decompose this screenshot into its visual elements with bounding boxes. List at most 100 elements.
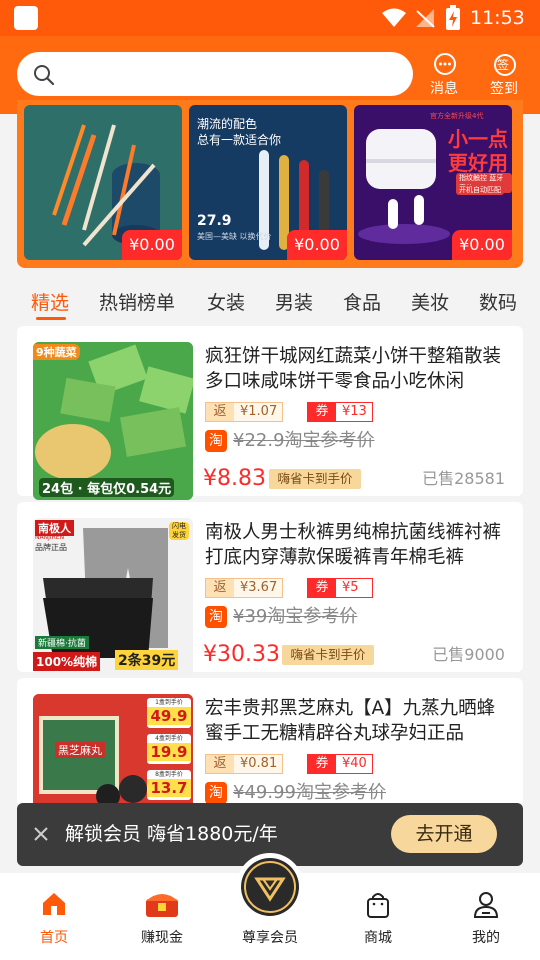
rebate-badge: 返 ¥0.81 (205, 754, 283, 774)
category-tabs: 精选 热销榜单 女装 男装 食品 美妆 数码 (0, 280, 540, 326)
coupon-badge[interactable]: 券 ¥40 (307, 754, 373, 774)
search-bar[interactable] (17, 52, 413, 96)
rebate-label: 返 (206, 755, 234, 773)
taobao-icon: 淘 (205, 430, 227, 452)
coupon-badge[interactable]: 券 ¥5 (307, 578, 373, 598)
banner-item-toothbrush[interactable]: 潮流的配色 总有一款适合你 27.9 美国—美缺 以换代价 ¥0.00 (189, 105, 347, 260)
tab-hot-sales[interactable]: 热销榜单 (99, 290, 175, 316)
rebate-badge: 返 ¥3.67 (205, 578, 283, 598)
vip-promo-text: 解锁会员 嗨省1880元/年 (65, 823, 278, 845)
checkin-button[interactable]: 签 签到 (474, 50, 534, 100)
nav-vip[interactable]: 尊享会员 (230, 853, 310, 953)
status-bar: 11:53 (0, 0, 540, 36)
banner-price: ¥0.00 (452, 230, 512, 260)
banner-price: ¥0.00 (287, 230, 347, 260)
tab-featured[interactable]: 精选 (31, 290, 69, 316)
sold-count: 已售28581 (422, 469, 505, 488)
reference-price: ¥39淘宝参考价 (233, 606, 358, 627)
card-price-badge: 嗨省卡到手价 (269, 469, 361, 489)
image-caption: 24包 · 每包仅0.54元 (39, 478, 175, 497)
status-time: 11:53 (470, 7, 525, 29)
messages-button[interactable]: 消息 (414, 50, 474, 100)
home-icon (43, 893, 65, 915)
tab-food[interactable]: 食品 (343, 290, 381, 316)
image-price-tag-2: 4盒到手价 19.9 (147, 734, 191, 764)
image-price-2: 19.9 (147, 743, 191, 761)
taobao-icon: 淘 (205, 606, 227, 628)
rebate-badge: 返 ¥1.07 (205, 402, 283, 422)
user-icon (473, 892, 499, 918)
rebate-label: 返 (206, 403, 234, 421)
product-image[interactable]: 南极人 NANJIREN 品牌正品 闪电发货 新疆棉·抗菌 100%纯棉 2条3… (33, 518, 193, 676)
rebate-value: ¥0.81 (240, 756, 278, 771)
product-image[interactable]: 黑芝麻丸 1盒到手价 49.9 4盒到手价 19.9 8盒到手价 13.7 (33, 694, 193, 803)
image-price-tag-3: 8盒到手价 13.7 (147, 770, 191, 800)
banner-item-brushes[interactable]: ¥0.00 (24, 105, 182, 260)
image-price-tag-1: 1盒到手价 49.9 (147, 698, 191, 728)
close-icon[interactable] (33, 826, 49, 842)
vip-diamond-icon (241, 858, 299, 916)
checkin-label: 签到 (490, 81, 518, 97)
product-card[interactable]: 黑芝麻丸 1盒到手价 49.9 4盒到手价 19.9 8盒到手价 13.7 宏丰… (17, 678, 523, 804)
nav-earn-cash[interactable]: 赚现金 (122, 873, 202, 953)
tab-mens[interactable]: 男装 (275, 290, 313, 316)
image-price-1: 49.9 (147, 707, 191, 725)
coupon-value: ¥13 (342, 404, 367, 419)
rebate-value: ¥3.67 (240, 580, 278, 595)
no-signal-icon (416, 9, 435, 28)
nav-home-label: 首页 (40, 930, 68, 946)
coupon-label: 券 (308, 403, 336, 421)
brand-text-2: NANJIREN (35, 534, 65, 541)
tab-womens[interactable]: 女装 (207, 290, 245, 316)
tab-beauty[interactable]: 美妆 (411, 290, 449, 316)
flash-delivery-label: 闪电发货 (169, 522, 189, 540)
banner-tag-2: 开机自动匹配 (456, 185, 504, 195)
image-box-label: 黑芝麻丸 (55, 742, 105, 758)
earbuds-image (358, 129, 450, 244)
image-caption-right: 2条39元 (115, 650, 179, 670)
product-title[interactable]: 南极人男士秋裤男纯棉抗菌线裤衬裤打底内穿薄款保暖裤青年棉毛裤 (205, 520, 511, 570)
product-title[interactable]: 疯狂饼干城网红蔬菜小饼干整箱散装多口味咸味饼干零食品小吃休闲 (205, 344, 511, 394)
coupon-badge[interactable]: 券 ¥13 (307, 402, 373, 422)
cracker-image (33, 342, 193, 500)
nav-profile-label: 我的 (472, 930, 500, 946)
tab-digital[interactable]: 数码 (479, 290, 517, 316)
vip-open-button[interactable]: 去开通 (391, 815, 497, 853)
nav-home[interactable]: 首页 (14, 873, 94, 953)
nav-mall-label: 商城 (364, 930, 392, 946)
checkin-icon-text: 签 (497, 58, 510, 72)
coupon-label: 券 (308, 755, 336, 773)
rebate-label: 返 (206, 579, 234, 597)
coupon-label: 券 (308, 579, 336, 597)
coupon-value: ¥40 (342, 756, 367, 771)
messages-label: 消息 (430, 81, 458, 97)
image-caption-left: 100%纯棉 (33, 652, 101, 671)
rebate-value: ¥1.07 (240, 404, 278, 419)
image-price-label-3: 8盒到手价 (155, 771, 183, 778)
nav-vip-label: 尊享会员 (242, 930, 298, 946)
product-card[interactable]: 9种蔬菜 24包 · 每包仅0.54元 疯狂饼干城网红蔬菜小饼干整箱散装多口味咸… (17, 326, 523, 500)
product-card[interactable]: 南极人 NANJIREN 品牌正品 闪电发货 新疆棉·抗菌 100%纯棉 2条3… (17, 502, 523, 676)
treasure-chest-icon (146, 894, 178, 917)
current-price: ¥8.83 (203, 466, 266, 491)
image-tag: 9种蔬菜 (33, 344, 80, 360)
banner-item-earbuds[interactable]: 官方全新升级4代 小一点 更好用 指纹触控 蓝牙音效 开机自动匹配 ¥0.00 (354, 105, 512, 260)
nav-mall[interactable]: 商城 (338, 873, 418, 953)
shopping-bag-icon (367, 893, 389, 918)
card-price-badge: 嗨省卡到手价 (282, 645, 374, 665)
nav-earn-cash-label: 赚现金 (141, 930, 183, 946)
banner-caption-1: 潮流的配色 (197, 117, 258, 131)
product-image[interactable]: 9种蔬菜 24包 · 每包仅0.54元 (33, 342, 193, 500)
image-price-label-2: 4盒到手价 (155, 735, 183, 742)
banner-figure: 27.9 (197, 213, 232, 229)
wifi-icon (382, 8, 406, 27)
app-notification-icon (14, 6, 38, 30)
brand-text-3: 品牌正品 (35, 543, 67, 552)
nav-profile[interactable]: 我的 (446, 873, 526, 953)
product-title[interactable]: 宏丰贵邦黑芝麻丸【A】九蒸九晒蜂蜜手工无糖精辟谷丸球孕妇正品 (205, 696, 511, 746)
search-icon (34, 65, 55, 86)
banner-price: ¥0.00 (122, 230, 182, 260)
image-tag: 新疆棉·抗菌 (35, 636, 89, 649)
image-price-label-1: 1盒到手价 (155, 699, 183, 706)
tab-indicator (36, 317, 66, 320)
